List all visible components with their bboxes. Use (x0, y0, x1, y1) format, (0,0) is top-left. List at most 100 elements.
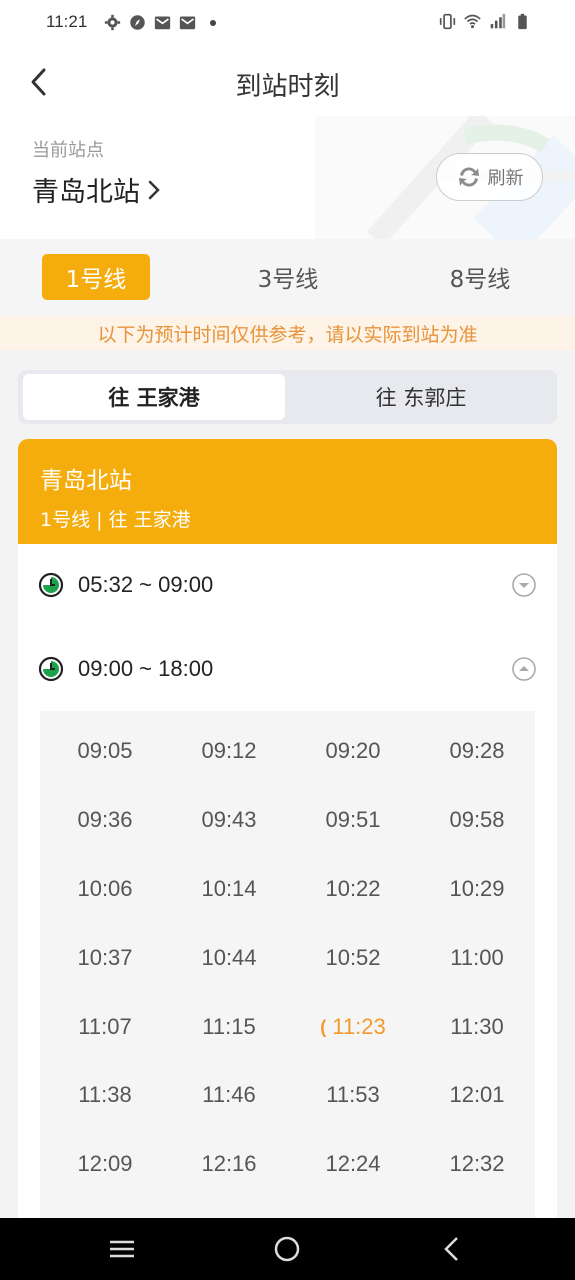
notice-banner: 以下为预计时间仅供参考，请以实际到站为准 (0, 316, 575, 350)
time-value: 09:12 (201, 738, 257, 763)
status-icons-right (439, 13, 531, 30)
time-cell: 12:24 (291, 1144, 415, 1184)
time-cell: 10:37 (43, 938, 167, 978)
status-bar: 11:21 (0, 0, 575, 48)
time-value: 10:29 (449, 876, 505, 901)
time-cell: 11:00 (415, 938, 539, 978)
station-selector[interactable]: 青岛北站 (32, 170, 162, 209)
time-cell: 11:15 (167, 1007, 291, 1047)
station-name: 青岛北站 (32, 177, 140, 208)
time-cell: 09:05 (43, 731, 167, 771)
current-station-label: 当前站点 (32, 140, 104, 161)
battery-icon (518, 13, 527, 30)
time-cell-current: (11:23 (291, 1007, 415, 1047)
time-cell: 09:20 (291, 731, 415, 771)
time-cell: 09:51 (291, 800, 415, 840)
time-cell: 09:12 (167, 731, 291, 771)
time-value: 12:16 (201, 1151, 257, 1176)
period-row-day[interactable]: 09:00 ~ 18:00 (18, 639, 557, 699)
home-icon[interactable] (272, 1234, 302, 1264)
time-cell: 10:44 (167, 938, 291, 978)
current-station-panel: 当前站点 青岛北站 刷新 (0, 116, 575, 239)
line-tabs: 1号线 3号线 8号线 (0, 239, 575, 316)
time-value: 09:43 (201, 807, 257, 832)
time-cell: 10:14 (167, 869, 291, 909)
vibrate-icon (439, 13, 456, 30)
time-cell: 12:16 (167, 1144, 291, 1184)
compass-icon (130, 15, 145, 30)
arriving-indicator-icon: ( (320, 1016, 327, 1037)
time-value: 09:28 (449, 738, 505, 763)
time-value: 11:00 (450, 945, 504, 970)
time-value: 12:09 (77, 1151, 133, 1176)
time-value: 09:05 (77, 738, 133, 763)
time-cell: 11:07 (43, 1007, 167, 1047)
clock-icon (38, 656, 64, 682)
mail-icon-2 (179, 16, 196, 30)
header: 到站时刻 (0, 48, 575, 116)
time-value: 11:38 (78, 1082, 132, 1107)
chevron-up-icon (512, 657, 536, 681)
times-grid: 09:05 09:12 09:20 09:28 09:36 09:43 09:51 09:58… (40, 711, 535, 1229)
time-value: 12:24 (325, 1151, 381, 1176)
time-value: 09:58 (449, 807, 505, 832)
tab-line-8[interactable]: 8号线 (426, 254, 534, 300)
time-value: 11:46 (202, 1082, 256, 1107)
direction-dongguozhuang[interactable]: 往 东郭庄 (290, 374, 552, 420)
card-subtitle: 1号线 | 往 王家港 (40, 509, 191, 531)
time-value: 10:44 (201, 945, 257, 970)
card-header: 青岛北站 1号线 | 往 王家港 (18, 439, 557, 544)
gear-icon (104, 14, 121, 31)
signal-icon (490, 13, 506, 29)
time-value: 11:23 (332, 1014, 386, 1039)
system-nav-bar (0, 1218, 575, 1280)
time-value: 12:01 (449, 1082, 505, 1107)
time-cell: 10:22 (291, 869, 415, 909)
refresh-button[interactable]: 刷新 (436, 153, 543, 201)
time-cell: 10:52 (291, 938, 415, 978)
time-value: 11:53 (326, 1082, 380, 1107)
card-station-name: 青岛北站 (40, 468, 132, 494)
time-value: 09:20 (325, 738, 381, 763)
status-icons-left (104, 14, 216, 31)
time-cell: 11:53 (291, 1075, 415, 1115)
period-row-early[interactable]: 05:32 ~ 09:00 (18, 555, 557, 615)
page-title: 到站时刻 (235, 72, 340, 102)
time-value: 10:52 (325, 945, 381, 970)
period-range: 09:00 ~ 18:00 (78, 656, 214, 681)
time-cell: 11:46 (167, 1075, 291, 1115)
time-cell: 12:32 (415, 1144, 539, 1184)
chevron-right-icon (148, 180, 160, 199)
time-cell: 12:09 (43, 1144, 167, 1184)
time-value: 09:36 (77, 807, 133, 832)
time-cell: 09:58 (415, 800, 539, 840)
notification-dot-icon (210, 19, 216, 26)
time-value: 09:51 (325, 807, 381, 832)
time-value: 10:06 (77, 876, 133, 901)
menu-icon[interactable] (107, 1234, 137, 1264)
time-value: 10:37 (77, 945, 133, 970)
time-value: 12:32 (449, 1151, 505, 1176)
mail-icon (154, 16, 171, 30)
tab-line-1[interactable]: 1号线 (42, 254, 150, 300)
time-cell: 11:30 (415, 1007, 539, 1047)
time-cell: 10:06 (43, 869, 167, 909)
wifi-icon (464, 14, 481, 29)
back-icon[interactable] (437, 1234, 467, 1264)
refresh-label: 刷新 (487, 168, 524, 189)
timetable-card: 青岛北站 1号线 | 往 王家港 05:32 ~ 09:00 09:00 ~ 1… (18, 439, 557, 1229)
time-cell: 12:01 (415, 1075, 539, 1115)
time-value: 11:07 (78, 1014, 132, 1039)
direction-toggle: 往 王家港 往 东郭庄 (18, 370, 557, 424)
time-cell: 09:36 (43, 800, 167, 840)
time-cell: 09:28 (415, 731, 539, 771)
refresh-icon (458, 167, 479, 187)
tab-line-3[interactable]: 3号线 (234, 254, 342, 300)
time-cell: 09:43 (167, 800, 291, 840)
period-range: 05:32 ~ 09:00 (78, 572, 214, 597)
direction-wangjiagang[interactable]: 往 王家港 (23, 374, 285, 420)
time-value: 11:30 (450, 1014, 504, 1039)
time-cell: 10:29 (415, 869, 539, 909)
time-value: 10:14 (201, 876, 257, 901)
clock-icon (38, 572, 64, 598)
